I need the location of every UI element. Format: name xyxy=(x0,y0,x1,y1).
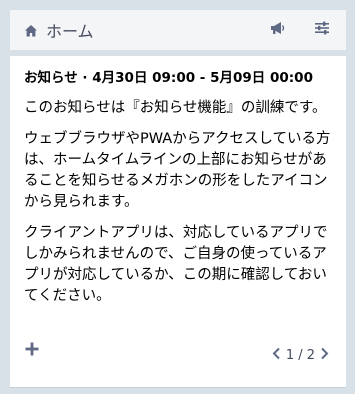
previous-announcement-button[interactable] xyxy=(271,347,283,364)
announcement-pager: 1 / 2 xyxy=(271,347,330,364)
column-title-label: ホーム xyxy=(46,22,94,41)
announcement-paragraph: クライアントアプリは、対応しているアプリでしかみられませんので、ご自身の使ってい… xyxy=(24,225,328,304)
column-header: ホーム xyxy=(10,10,346,50)
sliders-icon xyxy=(314,20,330,40)
next-announcement-button[interactable] xyxy=(318,347,330,364)
chevron-left-icon xyxy=(272,347,281,364)
header-actions xyxy=(268,20,332,40)
announcement-panel: お知らせ · 4月30日 09:00 - 5月09日 00:00 このお知らせは… xyxy=(10,56,346,387)
panel-divider xyxy=(10,387,346,388)
announcement-paragraph: このお知らせは『お知らせ機能』の訓練です。 xyxy=(24,100,327,116)
chevron-right-icon xyxy=(320,347,329,364)
home-icon xyxy=(24,23,38,37)
column-settings-button[interactable] xyxy=(312,20,332,40)
bullhorn-icon xyxy=(269,20,287,40)
app-frame: ホーム お知らせ · 4月30日 09:00 - 5月09日 00:00 このお… xyxy=(0,0,355,394)
plus-icon xyxy=(24,342,40,361)
announcement-paragraph: ウェブブラウザやPWAからアクセスしている方は、ホームタイムラインの上部にお知ら… xyxy=(24,131,331,210)
add-reaction-button[interactable] xyxy=(24,341,40,357)
announcements-button[interactable] xyxy=(268,20,288,40)
announcement-heading: お知らせ · 4月30日 09:00 - 5月09日 00:00 xyxy=(24,70,313,86)
pager-count: 1 / 2 xyxy=(285,348,315,363)
column-title[interactable]: ホーム xyxy=(24,18,268,42)
